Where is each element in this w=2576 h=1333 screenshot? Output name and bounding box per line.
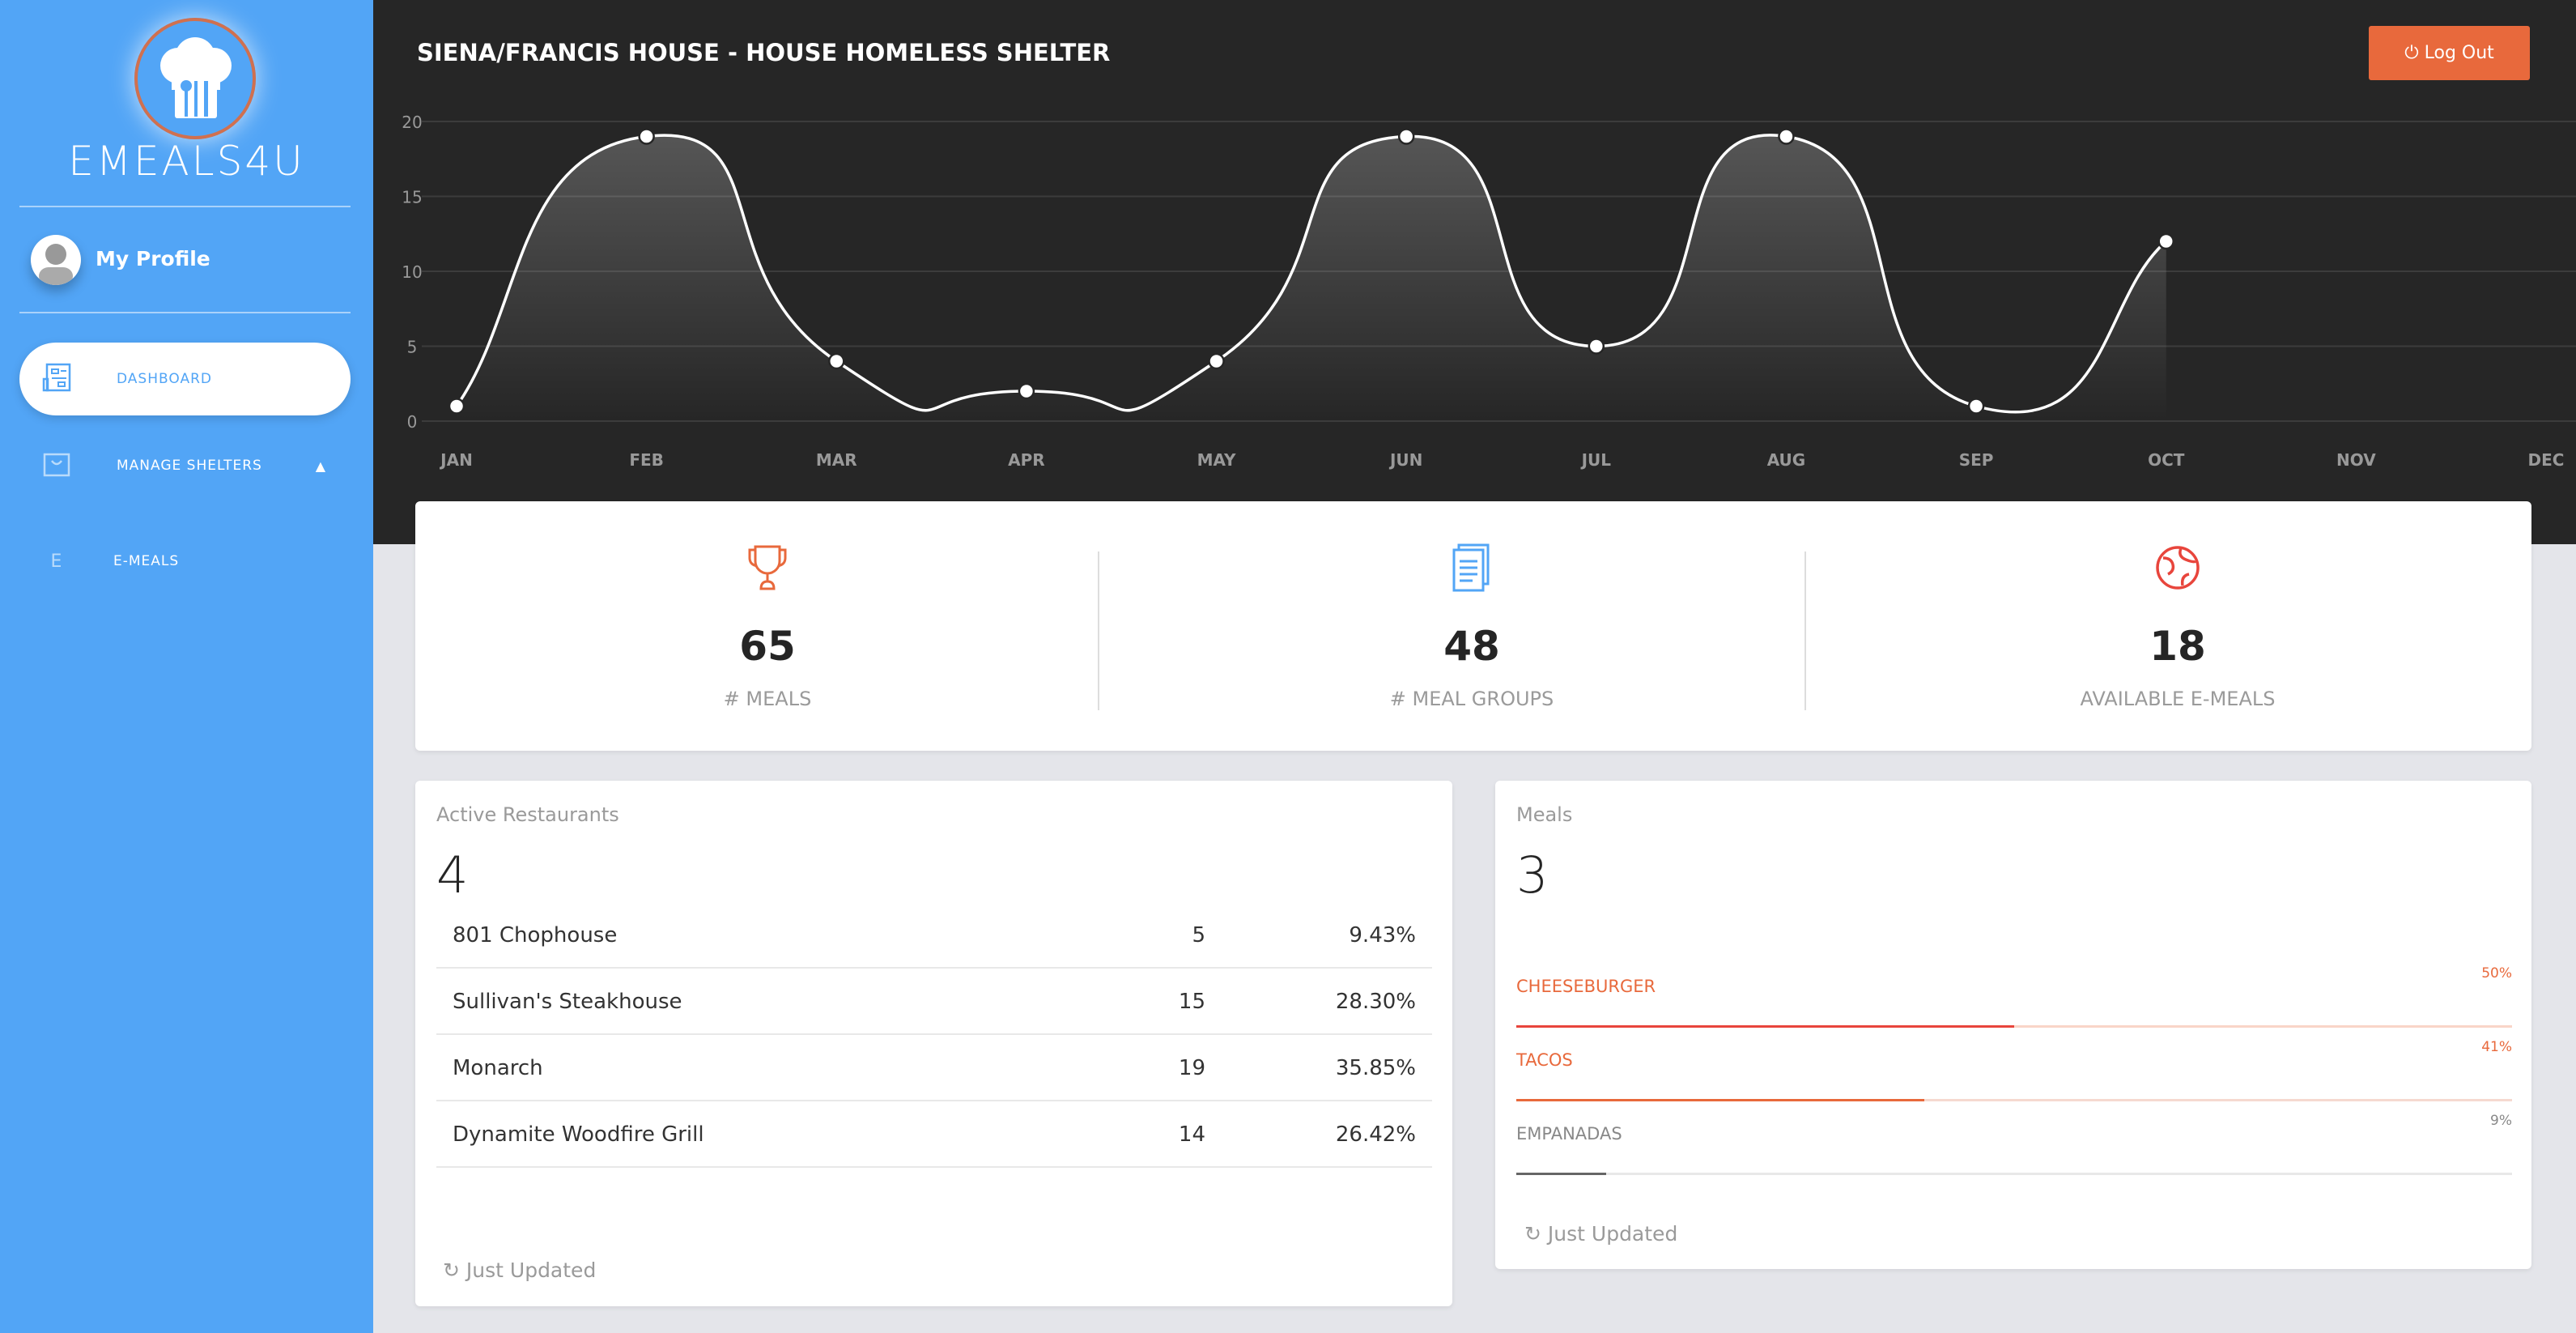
x-tick-label: SEP [1959,450,1994,470]
stat-value: 65 [739,623,796,670]
x-tick-label: APR [1008,450,1045,470]
card-title: Active Restaurants [436,803,619,826]
x-tick-label: AUG [1767,450,1806,470]
table-row: Monarch 19 35.85% [436,1035,1432,1101]
sidebar-item-manage-shelters[interactable]: MANAGE SHELTERS ▲ [19,429,351,502]
restaurant-name: Monarch [453,1056,543,1080]
progress-fill [1516,1099,1925,1101]
trophy-icon [748,545,787,590]
meal-percent: 41% [2481,1039,2512,1055]
meal-count: 3 [1516,845,1549,905]
my-profile-link[interactable]: My Profile [96,247,210,270]
data-point[interactable] [1588,338,1605,355]
y-tick-label: 10 [402,262,422,282]
sidebar-item-label: MANAGE SHELTERS [117,458,262,474]
x-tick-label: JUL [1580,450,1612,470]
stat-value: 18 [2149,623,2206,670]
y-tick-label: 5 [407,338,418,357]
caret-up-icon[interactable]: ▲ [316,458,326,474]
update-text: Just Updated [465,1258,597,1282]
x-tick-label: DEC [2528,450,2565,470]
stat-label: # MEALS [723,688,812,710]
restaurant-count: 4 [436,845,469,905]
stats-card: 65 # MEALS 48 # MEAL GROUPS 18 AVAILABLE… [415,501,2531,751]
chef-hat-logo-icon[interactable] [134,18,256,139]
data-point[interactable] [1397,128,1415,145]
refresh-icon[interactable]: ↻ [1524,1222,1541,1246]
table-row: Sullivan's Steakhouse 15 28.30% [436,969,1432,1035]
restaurant-name: Sullivan's Steakhouse [453,990,682,1014]
x-tick-label: MAY [1197,450,1236,470]
y-tick-label: 20 [402,113,422,132]
x-tick-label: JAN [439,450,473,470]
e-letter-icon: E [50,551,63,572]
divider [19,312,351,313]
document-icon [1452,543,1490,592]
y-tick-label: 15 [402,188,422,207]
bag-icon [40,449,73,483]
meal-name: EMPANADAS [1516,1124,1622,1143]
sidebar-item-label: E-MEALS [113,553,180,569]
x-tick-label: MAR [816,450,857,470]
meals-card: Meals 3 CHEESEBURGER 50% TACOS 41% EMPANADAS… [1495,781,2531,1269]
restaurant-name: Dynamite Woodfire Grill [453,1122,704,1147]
data-point[interactable] [2157,232,2174,250]
data-point[interactable] [638,128,655,145]
meal-percent: 50% [2481,965,2512,982]
active-restaurants-card: Active Restaurants 4 801 Chophouse 5 9.43%… [415,781,1452,1306]
sidebar: EMEALS4U My Profile DASHBOARD MANAGE SHE… [0,0,373,1333]
data-point[interactable] [1967,398,1985,415]
x-tick-label: FEB [629,450,664,470]
restaurant-percent: 26.42% [1335,1122,1416,1147]
newspaper-icon [40,363,73,396]
avatar[interactable] [31,235,81,285]
meal-percent: 9% [2490,1113,2512,1129]
sidebar-item-dashboard[interactable]: DASHBOARD [19,343,351,415]
data-point[interactable] [828,352,845,370]
x-tick-label: NOV [2336,450,2376,470]
data-point[interactable] [1208,352,1225,370]
restaurant-count: 5 [1192,923,1205,948]
x-tick-label: OCT [2148,450,2185,470]
restaurant-name: 801 Chophouse [453,923,618,948]
restaurant-count: 15 [1178,990,1205,1014]
restaurant-percent: 9.43% [1349,923,1416,948]
divider [1098,552,1099,710]
sidebar-item-e-meals[interactable]: E E-MEALS [19,525,351,598]
restaurant-percent: 35.85% [1335,1056,1416,1080]
update-status: ↻ Just Updated [1524,1222,1677,1246]
stat-label: AVAILABLE E-MEALS [2080,688,2276,710]
sidebar-item-label: DASHBOARD [117,371,212,387]
x-tick-label: JUN [1388,450,1422,470]
update-text: Just Updated [1547,1222,1678,1246]
brand-name: EMEALS4U [68,138,305,185]
area-fill [457,134,2166,421]
restaurant-percent: 28.30% [1335,990,1416,1014]
progress-fill [1516,1173,1606,1175]
progress-track [1516,1173,2512,1175]
divider [1804,552,1806,710]
globe-icon [2156,546,2200,590]
restaurant-count: 14 [1178,1122,1205,1147]
stat-label: # MEAL GROUPS [1389,688,1554,710]
divider [19,206,351,207]
data-point[interactable] [448,398,465,415]
table-row: 801 Chophouse 5 9.43% [436,902,1432,969]
update-status: ↻ Just Updated [443,1258,596,1282]
refresh-icon[interactable]: ↻ [443,1258,460,1282]
line-chart: 0 5 10 15 20 JAN FEB MAR APR MAY JUN JUL AUG SEP OCT NO… [402,113,2576,470]
data-point[interactable] [1778,128,1795,145]
card-title: Meals [1516,803,1573,826]
meal-name: TACOS [1516,1050,1573,1070]
progress-fill [1516,1025,2014,1028]
meal-name: CHEESEBURGER [1516,977,1656,996]
stat-value: 48 [1443,623,1500,670]
data-point[interactable] [1018,382,1035,400]
table-row: Dynamite Woodfire Grill 14 26.42% [436,1101,1432,1168]
y-tick-label: 0 [407,412,418,432]
restaurant-count: 19 [1178,1056,1205,1080]
